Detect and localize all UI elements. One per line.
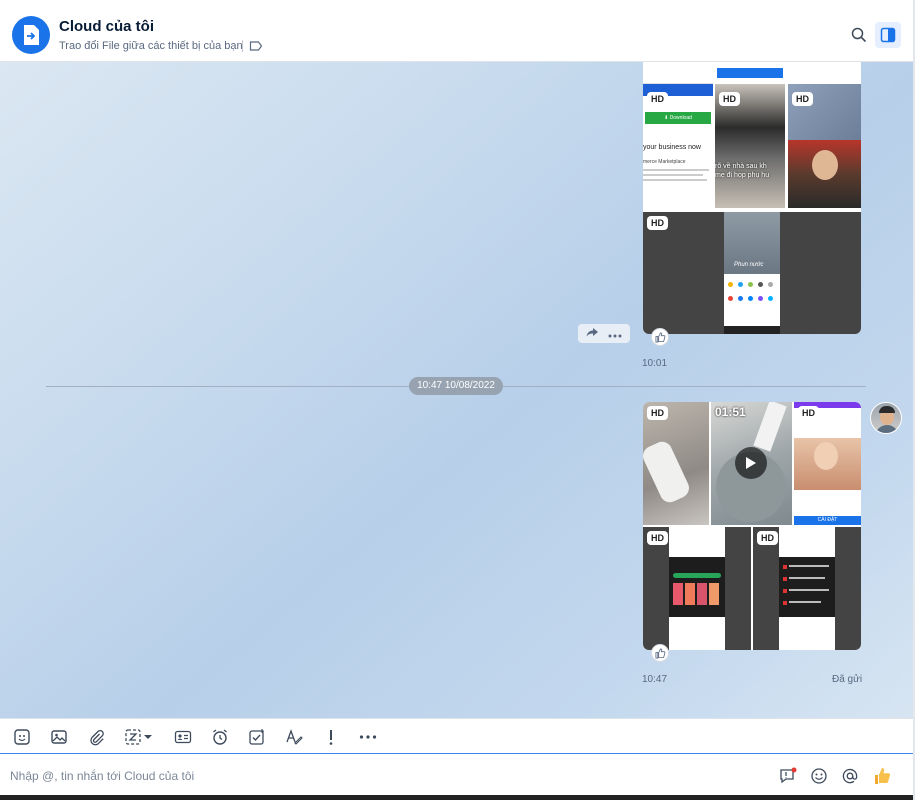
avatar[interactable] [870, 402, 902, 434]
chat-header: Cloud của tôi Trao đổi File giữa các thi… [0, 8, 913, 62]
share-icon[interactable] [586, 325, 599, 343]
window-bottom-edge [0, 795, 915, 800]
quick-message-icon[interactable] [778, 766, 798, 786]
search-icon[interactable] [849, 25, 869, 45]
chevron-down-icon[interactable] [142, 727, 154, 747]
reminder-clock-icon[interactable] [210, 727, 230, 747]
hd-badge: HD [757, 531, 778, 545]
text-format-icon[interactable] [284, 727, 304, 747]
video-thumbnail[interactable]: 01:51 [711, 402, 792, 525]
hd-badge: HD [647, 531, 668, 545]
label-tag-icon[interactable] [249, 39, 263, 57]
more-options-icon[interactable] [608, 325, 622, 343]
hd-badge: HD [647, 216, 668, 230]
video-duration: 01:51 [715, 405, 746, 419]
preview-subheadline: merce Marketplace [643, 159, 686, 165]
image-thumbnail[interactable]: HD [753, 527, 861, 650]
attachment-icon[interactable] [86, 727, 106, 747]
image-thumbnail[interactable]: HD [643, 402, 709, 525]
task-checkbox-icon[interactable] [247, 727, 267, 747]
preview-headline: your business now [643, 144, 701, 151]
hd-badge: HD [719, 92, 740, 106]
message-actions [578, 324, 630, 343]
hd-badge: HD [647, 406, 668, 420]
conversation-title: Cloud của tôi [59, 18, 154, 35]
image-gallery-message: ⬇ Download your business now merce Marke… [643, 62, 861, 334]
conversation-subtitle: Trao đổi File giữa các thiết bị của bạn [59, 40, 243, 52]
download-preview-text: ⬇ Download [645, 112, 711, 124]
video-thumbnail[interactable]: Phun nước HD [643, 212, 861, 334]
message-composer [0, 755, 913, 795]
screenshot-icon[interactable] [123, 727, 143, 747]
image-thumbnail[interactable]: rõ về nhà sau kh mẹ đi họp phụ hu HD [715, 62, 785, 208]
like-reaction-icon[interactable] [651, 328, 669, 346]
like-reaction-icon[interactable] [651, 644, 669, 662]
image-thumbnail[interactable]: CÀI ĐẶT HD [794, 402, 861, 525]
composer-toolbar [0, 718, 913, 754]
message-list[interactable]: ⬇ Download your business now merce Marke… [0, 62, 913, 718]
thumbs-up-send-icon[interactable] [872, 766, 894, 786]
date-divider-label: 10:47 10/08/2022 [409, 377, 503, 395]
install-button-preview: CÀI ĐẶT [794, 516, 861, 525]
hd-badge: HD [792, 92, 813, 106]
hd-badge: HD [798, 406, 819, 420]
message-input[interactable] [10, 765, 750, 787]
message-time: 10:01 [642, 358, 668, 369]
phone-overlay-text: Phun nước [734, 262, 764, 268]
mention-icon[interactable] [840, 766, 860, 786]
play-icon[interactable] [735, 447, 767, 479]
contact-card-icon[interactable] [173, 727, 193, 747]
subtitle-separator [242, 40, 243, 52]
image-icon[interactable] [49, 727, 69, 747]
image-thumbnail[interactable]: HD [788, 62, 861, 208]
delivery-status: Đã gửi [832, 674, 863, 685]
more-tools-icon[interactable] [358, 727, 378, 747]
emoji-icon[interactable] [809, 766, 829, 786]
media-gallery-message: HD 01:51 CÀI ĐẶT HD HD HD [643, 402, 861, 650]
cloud-avatar-icon[interactable] [12, 16, 50, 54]
image-thumbnail[interactable]: HD [643, 527, 751, 650]
image-thumbnail[interactable]: ⬇ Download your business now merce Marke… [643, 62, 713, 208]
sticker-icon[interactable] [12, 727, 32, 747]
video-caption: rõ về nhà sau kh mẹ đi họp phụ hu [715, 163, 770, 179]
message-time: 10:47 [642, 674, 668, 685]
toggle-info-panel-icon[interactable] [875, 22, 901, 48]
urgent-mark-icon[interactable] [321, 727, 341, 747]
hd-badge: HD [647, 92, 668, 106]
